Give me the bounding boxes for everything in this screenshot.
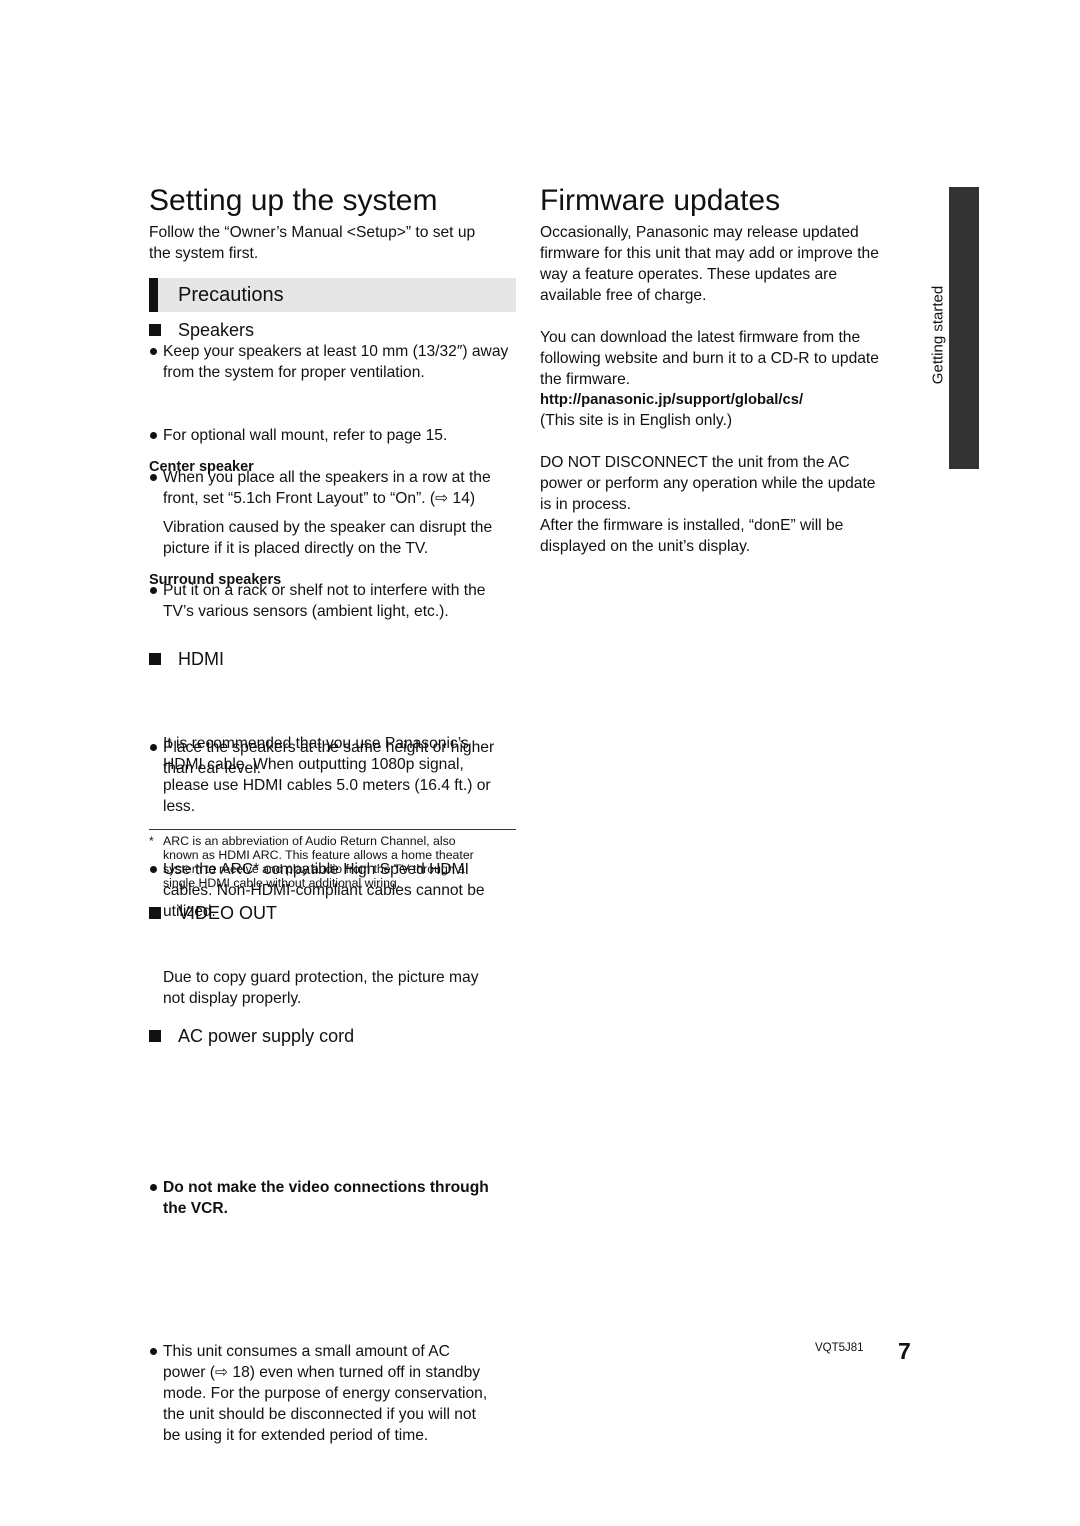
- support-url-link[interactable]: http://panasonic.jp/support/global/cs/: [540, 390, 803, 411]
- speakers-heading: Speakers: [149, 319, 254, 341]
- section-tab: [949, 187, 979, 469]
- firmware-paragraph: (This site is in English only.): [540, 410, 732, 431]
- video-out-heading: VIDEO OUT: [149, 902, 277, 924]
- firmware-warning: DO NOT DISCONNECT the unit from the AC po…: [540, 452, 875, 515]
- heading-text: VIDEO OUT: [178, 903, 278, 923]
- heading-text: HDMI: [178, 649, 224, 669]
- text-line: It is recommended that you use Panasonic…: [163, 735, 469, 752]
- firmware-paragraph: Occasionally, Panasonic may release upda…: [540, 222, 879, 306]
- text-line: You can download the latest firmware fro…: [540, 329, 861, 346]
- text-line: (This site is in English only.): [540, 412, 733, 429]
- center-speaker-heading: Center speaker: [149, 459, 254, 475]
- text-line: Do not make the video connections throug…: [163, 1179, 489, 1196]
- text-line: single HDMI cable without additional wir…: [163, 876, 401, 890]
- text-line: not display properly.: [163, 990, 302, 1007]
- text-line: HDMI cable. When outputting 1080p signal…: [163, 756, 464, 773]
- bullet-item: Do not make the video connections throug…: [149, 1177, 1080, 1219]
- text-line: please use HDMI cables 5.0 meters (16.4 …: [163, 777, 491, 794]
- precautions-header: Precautions: [149, 278, 516, 312]
- text-line: the unit should be disconnected if you w…: [163, 1406, 476, 1423]
- bullet-item: This unit consumes a small amount of AC p…: [149, 1341, 1080, 1446]
- footnote-text: ARC is an abbreviation of Audio Return C…: [149, 834, 474, 890]
- header-marker: [149, 278, 158, 312]
- square-bullet-icon: [149, 1030, 161, 1042]
- text-line: Occasionally, Panasonic may release upda…: [540, 224, 859, 241]
- page-title: Setting up the system: [149, 184, 438, 217]
- footnote-mark: *: [149, 834, 154, 848]
- text-line: displayed on the unit’s display.: [540, 538, 751, 555]
- text-line: This unit consumes a small amount of AC: [163, 1343, 450, 1360]
- center-speaker-note: Vibration caused by the speaker can disr…: [163, 517, 492, 559]
- bullet-item: Put it on a rack or shelf not to interfe…: [149, 580, 1080, 622]
- text-line: power (⇨ 18) even when turned off in sta…: [163, 1364, 481, 1381]
- square-bullet-icon: [149, 653, 161, 665]
- firmware-paragraph: After the firmware is installed, “donE” …: [540, 515, 843, 557]
- text-line: less.: [163, 798, 196, 815]
- text-line: TV’s various sensors (ambient light, etc…: [163, 603, 449, 620]
- firmware-title: Firmware updates: [540, 184, 781, 217]
- hdmi-note: It is recommended that you use Panasonic…: [163, 733, 491, 817]
- square-bullet-icon: [149, 907, 161, 919]
- page-number: 7: [898, 1338, 911, 1364]
- text-line: Put it on a rack or shelf not to interfe…: [163, 582, 486, 599]
- surround-speakers-heading: Surround speakers: [149, 572, 282, 588]
- text-line: following website and burn it to a CD-R …: [540, 350, 879, 367]
- ac-power-heading: AC power supply cord: [149, 1025, 354, 1047]
- text-line: the firmware.: [540, 371, 631, 388]
- text-line: available free of charge.: [540, 287, 707, 304]
- footnote-divider: [149, 829, 516, 830]
- text-line: utilized.: [163, 903, 216, 920]
- section-tab-label: Getting started: [929, 285, 947, 385]
- text-line: the system first.: [149, 245, 259, 262]
- model-code: VQT5J81: [815, 1342, 864, 1354]
- text-line: DO NOT DISCONNECT the unit from the AC: [540, 454, 850, 471]
- text-line: picture if it is placed directly on the …: [163, 540, 429, 557]
- text-line: Due to copy guard protection, the pictur…: [163, 969, 479, 986]
- firmware-paragraph: You can download the latest firmware fro…: [540, 327, 879, 390]
- text-line: the VCR.: [163, 1200, 228, 1217]
- text-line: power or perform any operation while the…: [540, 475, 876, 492]
- hdmi-heading: HDMI: [149, 648, 224, 670]
- footnote: * ARC is an abbreviation of Audio Return…: [149, 834, 474, 890]
- text-line: mode. For the purpose of energy conserva…: [163, 1385, 488, 1402]
- heading-text: Speakers: [178, 320, 255, 340]
- square-bullet-icon: [149, 324, 161, 336]
- text-line: Vibration caused by the speaker can disr…: [163, 519, 493, 536]
- text-line: firmware for this unit that may add or i…: [540, 245, 879, 262]
- text-line: Follow the “Owner’s Manual <Setup>” to s…: [149, 224, 476, 241]
- text-line: way a feature operates. These updates ar…: [540, 266, 838, 283]
- text-line: known as HDMI ARC. This feature allows a…: [163, 848, 474, 862]
- text-line: ARC is an abbreviation of Audio Return C…: [163, 834, 456, 848]
- text-line: is in process.: [540, 496, 631, 513]
- intro-text: Follow the “Owner’s Manual <Setup>” to s…: [149, 222, 475, 264]
- text-line: be using it for extended period of time.: [163, 1427, 429, 1444]
- video-out-note: Due to copy guard protection, the pictur…: [163, 967, 479, 1009]
- text-line: system to receive and play audio from th…: [163, 862, 465, 876]
- precautions-title: Precautions: [178, 284, 284, 306]
- text-line: After the firmware is installed, “donE” …: [540, 517, 844, 534]
- heading-text: AC power supply cord: [178, 1026, 355, 1046]
